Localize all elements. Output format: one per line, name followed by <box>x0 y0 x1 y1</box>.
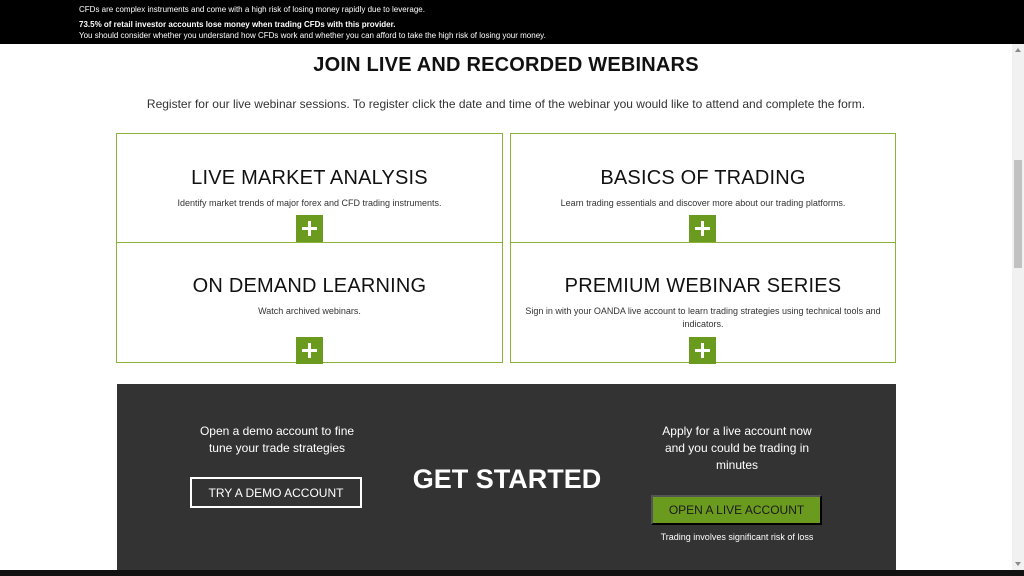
card-description: Watch archived webinars. <box>258 306 361 316</box>
plus-icon <box>301 221 317 236</box>
plus-icon <box>301 343 317 358</box>
card-title: BASICS OF TRADING <box>600 167 806 189</box>
vertical-scrollbar[interactable] <box>1012 44 1024 570</box>
scroll-down-arrow-icon[interactable] <box>1012 558 1024 570</box>
card-description: Identify market trends of major forex an… <box>177 198 442 208</box>
bottom-edge-strip <box>0 570 1024 576</box>
get-started-title: GET STARTED <box>412 464 602 494</box>
risk-note: Trading involves significant risk of los… <box>660 532 814 542</box>
scroll-up-arrow-icon[interactable] <box>1012 44 1024 56</box>
scrollbar-thumb[interactable] <box>1014 160 1022 268</box>
expand-button[interactable] <box>689 337 716 364</box>
risk-warning-line-1: CFDs are complex instruments and come wi… <box>79 5 425 14</box>
page-intro: Register for our live webinar sessions. … <box>146 97 866 111</box>
card-title: LIVE MARKET ANALYSIS <box>191 167 428 189</box>
webinar-card-basics-of-trading[interactable]: BASICS OF TRADING Learn trading essentia… <box>510 133 896 243</box>
demo-account-text: Open a demo account to fine tune your tr… <box>199 424 355 455</box>
expand-button[interactable] <box>295 337 323 364</box>
live-account-text: Apply for a live account now and you cou… <box>662 424 812 472</box>
card-title: ON DEMAND LEARNING <box>192 275 427 297</box>
expand-button[interactable] <box>295 215 323 242</box>
webinar-card-live-market-analysis[interactable]: LIVE MARKET ANALYSIS Identify market tre… <box>116 133 503 243</box>
try-demo-account-button[interactable]: TRY A DEMO ACCOUNT <box>190 477 362 508</box>
card-description: Learn trading essentials and discover mo… <box>560 198 846 208</box>
expand-button[interactable] <box>689 215 716 242</box>
get-started-panel: Open a demo account to fine tune your tr… <box>117 384 896 570</box>
plus-icon <box>695 221 710 236</box>
webinar-card-on-demand-learning[interactable]: ON DEMAND LEARNING Watch archived webina… <box>116 242 503 364</box>
card-title: PREMIUM WEBINAR SERIES <box>564 275 842 297</box>
page-title: JOIN LIVE AND RECORDED WEBINARS <box>313 54 699 76</box>
risk-warning-statistic: 73.5% of retail investor accounts lose m… <box>79 20 396 29</box>
webinar-card-premium-webinar-series[interactable]: PREMIUM WEBINAR SERIES Sign in with your… <box>510 242 896 364</box>
risk-warning-line-3: You should consider whether you understa… <box>79 31 546 40</box>
risk-warning-banner: CFDs are complex instruments and come wi… <box>0 0 1024 44</box>
card-description: Sign in with your OANDA live account to … <box>525 306 881 329</box>
open-live-account-button[interactable]: OPEN A LIVE ACCOUNT <box>651 495 822 525</box>
plus-icon <box>695 343 710 358</box>
